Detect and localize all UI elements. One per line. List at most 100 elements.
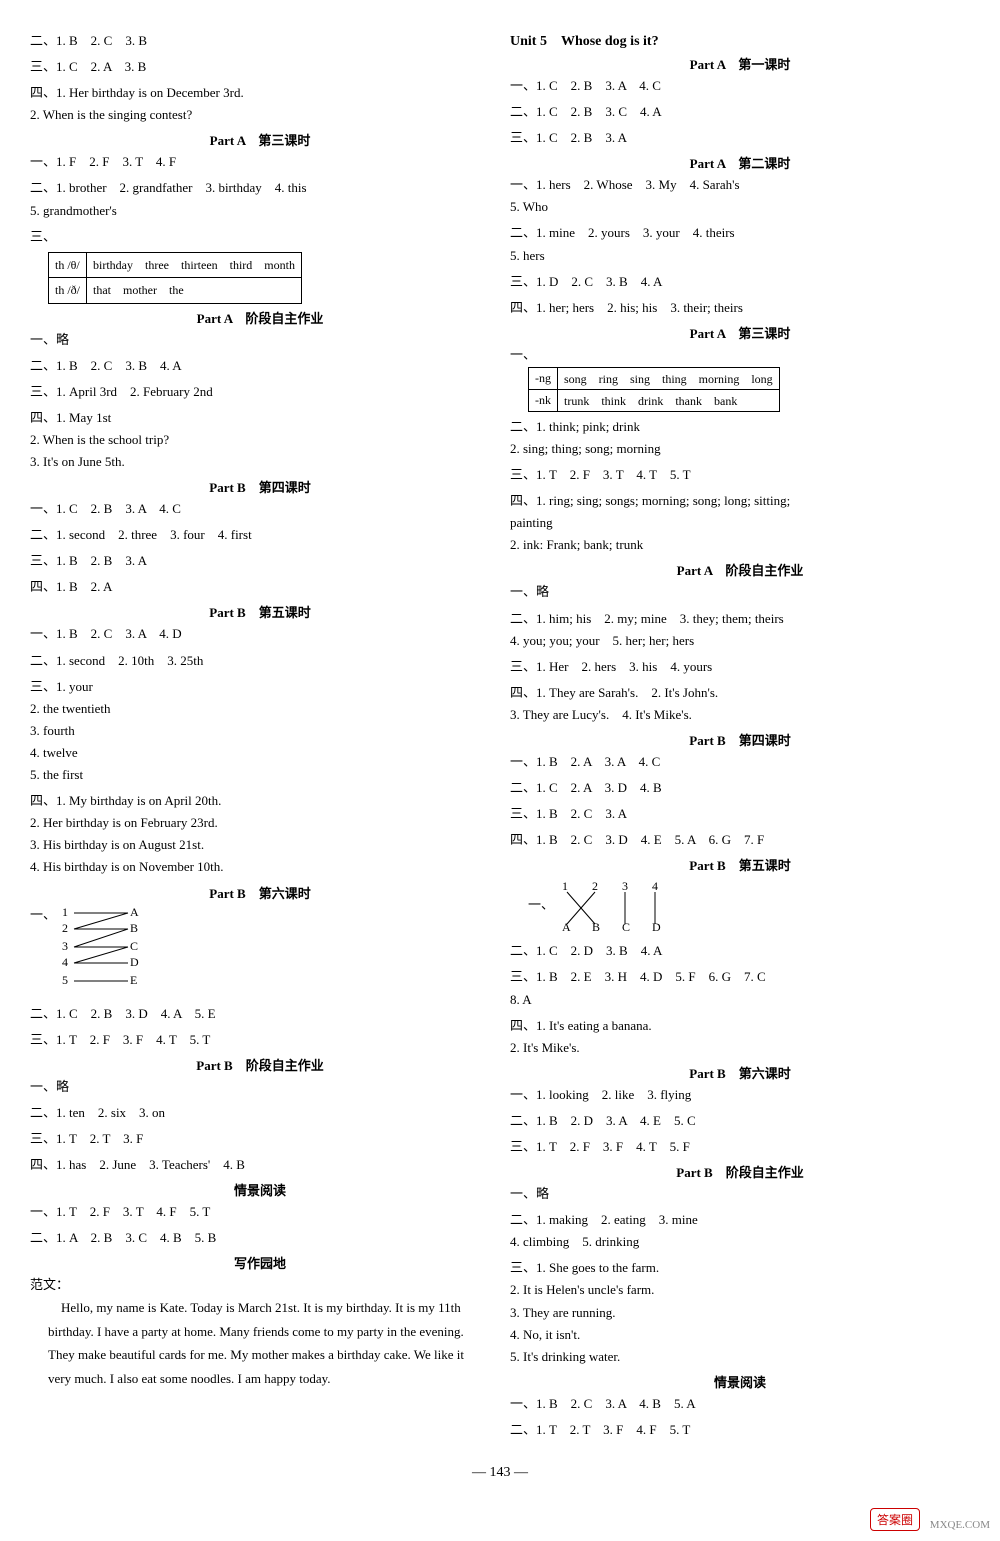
left-column: 二、1. B 2. C 3. B 三、1. C 2. A 3. B 四、1. H…: [30, 30, 490, 1445]
text-line: 5. It's drinking water.: [510, 1346, 970, 1368]
text-line: 二、1. think; pink; drink: [510, 416, 970, 438]
section-yi-a3: 一、1. F 2. F 3. T 4. F: [30, 151, 490, 173]
text-line: 三、1. April 3rd 2. February 2nd: [30, 381, 490, 403]
section-yi-rbstage: 一、略: [510, 1183, 970, 1205]
section-er-rbstage: 二、1. making 2. eating 3. mine 4. climbin…: [510, 1209, 970, 1253]
section-er-read2: 二、1. T 2. T 3. F 4. F 5. T: [510, 1419, 970, 1441]
phonics-table2: -ng song ring sing thing morning long -n…: [528, 367, 780, 412]
svg-text:3: 3: [622, 879, 628, 893]
label-san: 三、: [30, 229, 56, 244]
part-title-ra2: Part A 第二课时: [510, 153, 970, 172]
text-line: 2. the twentieth: [30, 698, 490, 720]
part-title-rb-stage: Part B 阶段自主作业: [510, 1162, 970, 1181]
page-number: — 143 —: [30, 1465, 970, 1481]
svg-text:C: C: [622, 920, 630, 934]
text-line: 四、1. May 1st: [30, 407, 490, 429]
text-line: 三、1. T 2. F 3. F 4. T 5. F: [510, 1136, 970, 1158]
essay-section: 范文： Hello, my name is Kate. Today is Mar…: [30, 1274, 490, 1390]
section-er-ra3: 二、1. think; pink; drink 2. sing; thing; …: [510, 416, 970, 460]
text-line: 2. It is Helen's uncle's farm.: [510, 1279, 970, 1301]
text-line: 三、1. C 2. B 3. A: [510, 127, 970, 149]
text-line: 5. Who: [510, 196, 970, 218]
part-title-rb4: Part B 第四课时: [510, 730, 970, 749]
svg-text:3: 3: [62, 939, 68, 953]
text-line: 二、1. B 2. D 3. A 4. E 5. C: [510, 1110, 970, 1132]
section-san-a3-table: 三、 th /θ/ birthday three thirteen third …: [30, 226, 490, 304]
part-title-ra-stage: Part A 阶段自主作业: [510, 560, 970, 579]
text-line: 一、略: [30, 1076, 490, 1098]
part-title-b6: Part B 第六课时: [30, 883, 490, 902]
text-line: 5. grandmother's: [30, 200, 490, 222]
text-line: 3. fourth: [30, 720, 490, 742]
section-er-ra2: 二、1. mine 2. yours 3. your 4. theirs 5. …: [510, 222, 970, 266]
text-line: 一、1. C 2. B 3. A 4. C: [510, 75, 970, 97]
text-line: 一、1. B 2. A 3. A 4. C: [510, 751, 970, 773]
section-san-ra3: 三、1. T 2. F 3. T 4. T 5. T: [510, 464, 970, 486]
text-line: 4. you; you; your 5. her; her; hers: [510, 630, 970, 652]
cross-svg: 1 2 3 4 A B C D: [557, 876, 687, 936]
text-line: 三、1. T 2. F 3. T 4. T 5. T: [510, 464, 970, 486]
section-yi-bstage: 一、略: [30, 1076, 490, 1098]
text-line: 一、1. C 2. B 3. A 4. C: [30, 498, 490, 520]
section-san-b4: 三、1. B 2. B 3. A: [30, 550, 490, 572]
text-line: 3. His birthday is on August 21st.: [30, 834, 490, 856]
section-er-read1: 二、1. A 2. B 3. C 4. B 5. B: [30, 1227, 490, 1249]
section-si-bstage: 四、1. has 2. June 3. Teachers' 4. B: [30, 1154, 490, 1176]
section-yi-ra2: 一、1. hers 2. Whose 3. My 4. Sarah's 5. W…: [510, 174, 970, 218]
section-si-rastage: 四、1. They are Sarah's. 2. It's John's. 3…: [510, 682, 970, 726]
section-si-b4: 四、1. B 2. A: [30, 576, 490, 598]
section-yi-b5: 一、1. B 2. C 3. A 4. D: [30, 623, 490, 645]
svg-text:D: D: [130, 955, 139, 969]
unit-title: Unit 5 Whose dog is it?: [510, 30, 970, 50]
section-yi-stage: 一、略: [30, 329, 490, 351]
text-line: 四、1. It's eating a banana.: [510, 1015, 970, 1037]
text-line: 二、1. mine 2. yours 3. your 4. theirs: [510, 222, 970, 244]
section-er-b6: 二、1. C 2. B 3. D 4. A 5. E: [30, 1003, 490, 1025]
svg-text:5: 5: [62, 973, 68, 987]
phon-cell: that mother the: [87, 278, 302, 303]
text-line: 4. No, it isn't.: [510, 1324, 970, 1346]
text-line: 8. A: [510, 989, 970, 1011]
svg-text:B: B: [130, 921, 138, 935]
phon-cell: th /θ/: [49, 252, 87, 277]
text-line: 2. Her birthday is on February 23rd.: [30, 812, 490, 834]
match-svg: 1 2 3 4 5 A B C D E: [60, 904, 160, 999]
text-line: 3. It's on June 5th.: [30, 451, 490, 473]
text-line: 2. When is the singing contest?: [30, 104, 490, 126]
part-title-b5: Part B 第五课时: [30, 602, 490, 621]
phon-cell2: trunk think drink thank bank: [558, 389, 780, 411]
section-san-rbstage: 三、1. She goes to the farm. 2. It is Hele…: [510, 1257, 970, 1367]
part-title-a3: Part A 第三课时: [30, 130, 490, 149]
part-title-a-stage: Part A 阶段自主作业: [30, 308, 490, 327]
section-er-rb5: 二、1. C 2. D 3. B 4. A: [510, 940, 970, 962]
part-title-ra1: Part A 第一课时: [510, 54, 970, 73]
part-title-rb6: Part B 第六课时: [510, 1063, 970, 1082]
text-line: 三、1. T 2. F 3. F 4. T 5. T: [30, 1029, 490, 1051]
section-er-rb6: 二、1. B 2. D 3. A 4. E 5. C: [510, 1110, 970, 1132]
text-line: 二、1. second 2. 10th 3. 25th: [30, 650, 490, 672]
text-line: 二、1. B 2. C 3. B 4. A: [30, 355, 490, 377]
phon-cell2: -nk: [529, 389, 558, 411]
section-si-ra2: 四、1. her; hers 2. his; his 3. their; the…: [510, 297, 970, 319]
essay-body: Hello, my name is Kate. Today is March 2…: [30, 1296, 490, 1390]
text-line: 四、1. ring; sing; songs; morning; song; l…: [510, 490, 970, 512]
text-line: 二、1. C 2. B 3. D 4. A 5. E: [30, 1003, 490, 1025]
logo: 答案圈: [870, 1508, 920, 1531]
yi-label2: 一、: [510, 347, 536, 362]
yi-label3: 一、: [528, 897, 554, 912]
text-line: 一、1. B 2. C 3. A 4. D: [30, 623, 490, 645]
text-line: 四、1. has 2. June 3. Teachers' 4. B: [30, 1154, 490, 1176]
text-line: 二、1. making 2. eating 3. mine: [510, 1209, 970, 1231]
section-si-stage: 四、1. May 1st 2. When is the school trip?…: [30, 407, 490, 473]
section-san-stage: 三、1. April 3rd 2. February 2nd: [30, 381, 490, 403]
section-san-rb5: 三、1. B 2. E 3. H 4. D 5. F 6. G 7. C 8. …: [510, 966, 970, 1010]
text-line: 一、1. hers 2. Whose 3. My 4. Sarah's: [510, 174, 970, 196]
section-san-ra2: 三、1. D 2. C 3. B 4. A: [510, 271, 970, 293]
section-san-rb4: 三、1. B 2. C 3. A: [510, 803, 970, 825]
text-line: 二、1. second 2. three 3. four 4. first: [30, 524, 490, 546]
section-er-a3: 二、1. brother 2. grandfather 3. birthday …: [30, 177, 490, 221]
text-line: 二、1. brother 2. grandfather 3. birthday …: [30, 177, 490, 199]
text-line: 四、1. B 2. A: [30, 576, 490, 598]
part-title-rb5: Part B 第五课时: [510, 855, 970, 874]
yi-label: 一、: [30, 904, 56, 923]
